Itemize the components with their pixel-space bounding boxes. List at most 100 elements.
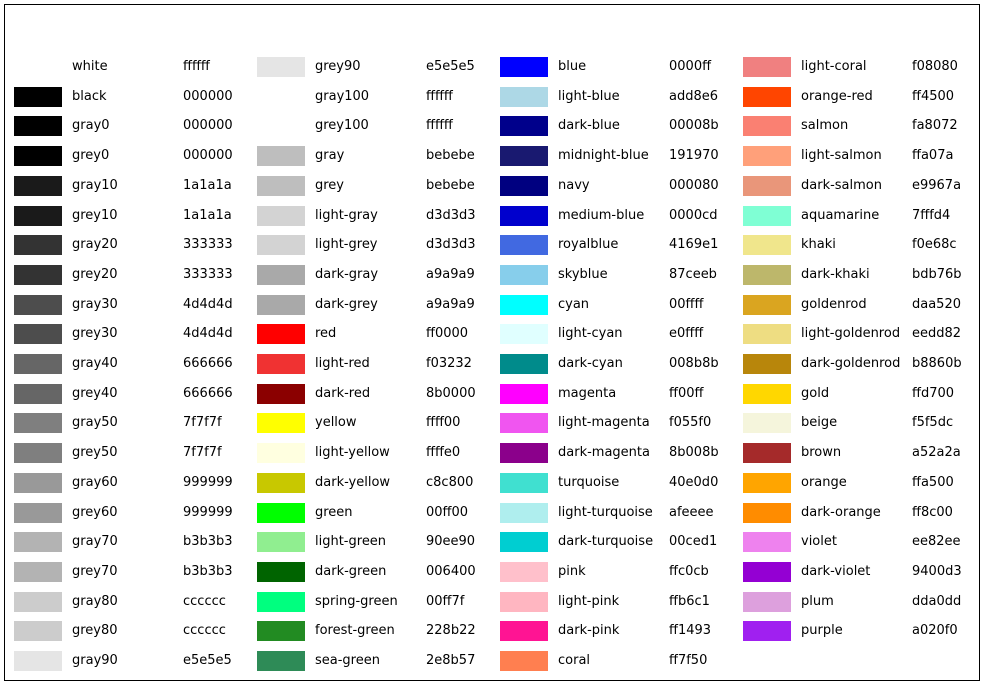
color-hex: 008b8b [669, 356, 719, 372]
color-row: dark-violet 9400d3 [737, 558, 980, 588]
color-row: orange-red ff4500 [737, 83, 980, 113]
color-hex: ffd700 [912, 385, 955, 401]
color-swatch [14, 561, 62, 582]
color-swatch [500, 116, 548, 137]
color-swatch [257, 205, 305, 226]
color-swatch [257, 264, 305, 285]
color-row: plum dda0dd [737, 588, 980, 618]
color-row: dark-green 006400 [251, 558, 494, 588]
color-hex: add8e6 [669, 88, 719, 104]
color-swatch [743, 472, 791, 493]
color-name: grey70 [72, 563, 118, 579]
color-row: coral ff7f50 [494, 647, 737, 677]
color-swatch [14, 294, 62, 315]
color-row: gray70 b3b3b3 [8, 528, 251, 558]
color-name: grey [315, 177, 345, 193]
color-row: grey50 7f7f7f [8, 439, 251, 469]
color-hex: bebebe [426, 177, 475, 193]
color-row: spring-green 00ff7f [251, 588, 494, 618]
color-name: dark-turquoise [558, 534, 654, 550]
color-name: navy [558, 177, 590, 193]
color-name: medium-blue [558, 207, 645, 223]
color-hex: d3d3d3 [426, 207, 476, 223]
color-row: grey30 4d4d4d [8, 320, 251, 350]
color-name: spring-green [315, 593, 398, 609]
color-column-3: blue 0000ff light-blue add8e6 dark-blue 00008… [494, 53, 737, 677]
color-row: grey80 cccccc [8, 617, 251, 647]
color-name: dark-cyan [558, 356, 623, 372]
color-row: gray10 1a1a1a [8, 172, 251, 202]
color-name: gray90 [72, 653, 118, 669]
color-name: gray10 [72, 177, 118, 193]
color-name: skyblue [558, 266, 608, 282]
color-name: white [72, 59, 108, 74]
color-hex: 000000 [183, 118, 233, 134]
color-row: grey10 1a1a1a [8, 202, 251, 232]
color-swatch [743, 175, 791, 196]
color-hex: 0000ff [669, 59, 712, 74]
color-row: light-gray d3d3d3 [251, 202, 494, 232]
color-swatch [14, 502, 62, 523]
color-swatch [257, 235, 305, 256]
color-name: grey20 [72, 266, 118, 282]
color-swatch [743, 324, 791, 345]
color-row: light-turquoise afeeee [494, 499, 737, 529]
color-row: gray50 7f7f7f [8, 409, 251, 439]
color-name: goldenrod [801, 296, 867, 312]
color-hex: 40e0d0 [669, 474, 719, 490]
color-swatch [257, 532, 305, 553]
color-row: grey0 000000 [8, 142, 251, 172]
color-name: forest-green [315, 623, 395, 639]
color-swatch [500, 502, 548, 523]
color-swatch [500, 86, 548, 107]
color-name: dark-green [315, 563, 387, 579]
color-swatch [257, 146, 305, 167]
color-row: salmon fa8072 [737, 112, 980, 142]
color-hex: ffffff [183, 59, 210, 74]
color-swatch [500, 324, 548, 345]
color-swatch [14, 651, 62, 672]
color-row: dark-magenta 8b008b [494, 439, 737, 469]
color-row: dark-pink ff1493 [494, 617, 737, 647]
color-row: light-grey d3d3d3 [251, 231, 494, 261]
color-name: dark-pink [558, 623, 620, 639]
color-row: dark-khaki bdb76b [737, 261, 980, 291]
color-swatch [500, 264, 548, 285]
color-hex: 7fffd4 [912, 207, 951, 223]
color-row: medium-blue 0000cd [494, 202, 737, 232]
color-name: light-coral [801, 59, 867, 74]
color-hex: 00ced1 [669, 534, 718, 550]
color-name: plum [801, 593, 834, 609]
color-hex: ff00ff [669, 385, 704, 401]
color-swatch [257, 86, 305, 107]
color-swatch [257, 324, 305, 345]
color-hex: ff8c00 [912, 504, 953, 520]
color-swatch [14, 116, 62, 137]
color-row: grey100 ffffff [251, 112, 494, 142]
color-name: dark-salmon [801, 177, 882, 193]
color-swatch [500, 472, 548, 493]
color-hex: bdb76b [912, 266, 962, 282]
color-hex: 87ceeb [669, 266, 717, 282]
color-hex: ffa500 [912, 474, 954, 490]
color-row: gray60 999999 [8, 469, 251, 499]
color-swatch [500, 205, 548, 226]
color-swatch [14, 443, 62, 464]
color-hex: ff1493 [669, 623, 712, 639]
color-hex: c8c800 [426, 474, 474, 490]
color-name: orange-red [801, 88, 873, 104]
color-hex: d3d3d3 [426, 237, 476, 253]
color-name: violet [801, 534, 837, 550]
color-swatch [743, 621, 791, 642]
color-row: orange ffa500 [737, 469, 980, 499]
color-hex: e0ffff [669, 326, 704, 342]
color-swatch [257, 651, 305, 672]
color-swatch [257, 175, 305, 196]
color-name: dark-blue [558, 118, 620, 134]
color-swatch [743, 354, 791, 375]
color-swatch [743, 116, 791, 137]
color-row: green 00ff00 [251, 499, 494, 529]
color-hex: a9a9a9 [426, 296, 475, 312]
color-hex: afeeee [669, 504, 714, 520]
color-name: light-turquoise [558, 504, 653, 520]
